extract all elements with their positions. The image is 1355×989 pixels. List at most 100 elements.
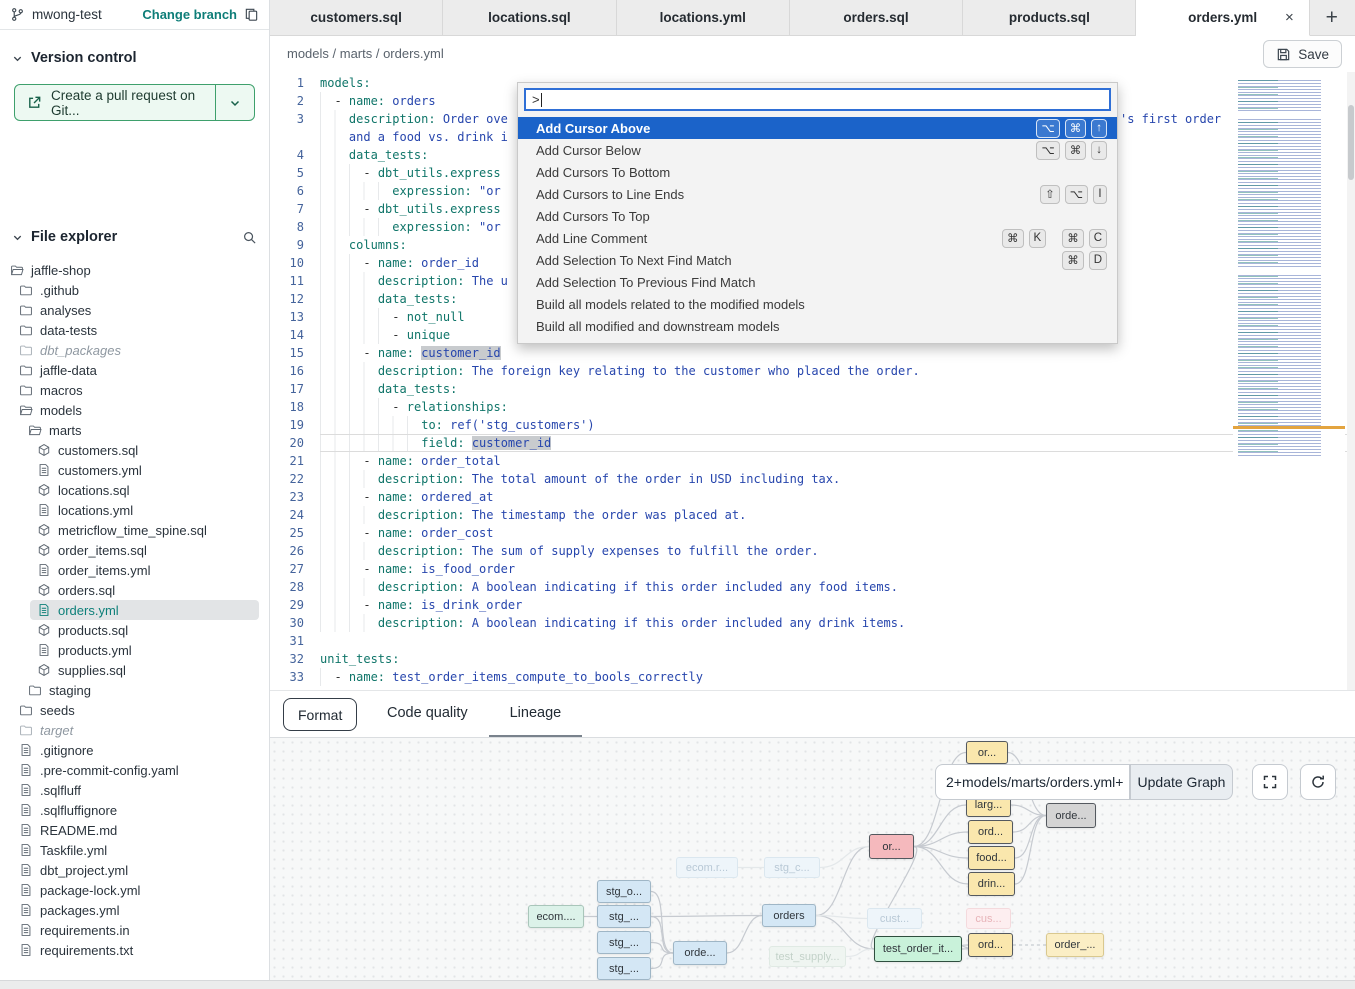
tree-item-locations-sql[interactable]: locations.sql [0,480,269,500]
lineage-node-y5[interactable]: drin... [968,872,1015,896]
editor-line-21[interactable]: 21- name: order_total [270,452,1355,470]
lineage-node-stg2[interactable]: stg_... [597,905,651,928]
editor-line-31[interactable]: 31 [270,632,1355,650]
tab-locations-sql[interactable]: locations.sql [443,0,616,35]
new-tab-button[interactable]: + [1310,0,1354,35]
editor-line-27[interactable]: 27- name: is_food_order [270,560,1355,578]
command-palette-input[interactable]: > [524,88,1111,111]
tree-item-staging[interactable]: staging [0,680,269,700]
command-item[interactable]: Add Line Comment⌘K⌘C [518,227,1117,249]
command-item[interactable]: Build all modified and downstream models [518,315,1117,337]
lineage-node-gray[interactable]: orde... [1046,803,1096,828]
scrollbar-thumb[interactable] [1348,105,1354,180]
format-button[interactable]: Format [283,698,357,731]
tree-item-package-lock-yml[interactable]: package-lock.yml [0,880,269,900]
lineage-node-green[interactable]: test_order_it... [874,936,962,962]
tree-item-supplies-sql[interactable]: supplies.sql [0,660,269,680]
command-item[interactable]: Add Cursor Below⌥⌘↓ [518,139,1117,161]
lineage-node-stg1[interactable]: stg_o... [597,880,651,903]
lineage-node-y7[interactable]: order_... [1046,933,1104,957]
version-control-header[interactable]: Version control [0,45,269,71]
command-item[interactable]: Add Cursors To Bottom [518,161,1117,183]
command-item[interactable]: Add Selection To Next Find Match⌘D [518,249,1117,271]
editor-line-28[interactable]: 28description: A boolean indicating if t… [270,578,1355,596]
lineage-node-stg4[interactable]: stg_... [597,957,651,980]
tree-item-metricflow-time-spine-sql[interactable]: metricflow_time_spine.sql [0,520,269,540]
command-item[interactable]: Build all models related to the modified… [518,293,1117,315]
change-branch-link[interactable]: Change branch [142,7,237,22]
lineage-node-ecom[interactable]: ecom.... [528,905,584,928]
tree-item-products-yml[interactable]: products.yml [0,640,269,660]
command-item[interactable]: Add Selection To Previous Find Match [518,271,1117,293]
update-graph-button[interactable]: Update Graph [1130,764,1233,800]
tree-item-models[interactable]: models [0,400,269,420]
lineage-node-cus_f[interactable]: cus... [966,908,1011,929]
tree-item-packages-yml[interactable]: packages.yml [0,900,269,920]
tree-item-seeds[interactable]: seeds [0,700,269,720]
tree-item--sqlfluffignore[interactable]: .sqlfluffignore [0,800,269,820]
bottom-scroll-strip[interactable] [0,980,1355,989]
tree-item-data-tests[interactable]: data-tests [0,320,269,340]
editor-line-23[interactable]: 23- name: ordered_at [270,488,1355,506]
tab-orders-sql[interactable]: orders.sql [790,0,963,35]
command-item[interactable]: Add Cursors to Line Ends⇧⌥I [518,183,1117,205]
tree-item-customers-yml[interactable]: customers.yml [0,460,269,480]
panel-tab-code-quality[interactable]: Code quality [366,691,489,738]
tab-locations-yml[interactable]: locations.yml [617,0,790,35]
minimap[interactable] [1233,80,1345,456]
editor-line-29[interactable]: 29- name: is_drink_order [270,596,1355,614]
tree-item-locations-yml[interactable]: locations.yml [0,500,269,520]
create-pr-button[interactable]: Create a pull request on Git... [14,84,255,121]
tab-customers-sql[interactable]: customers.sql [270,0,443,35]
editor-line-18[interactable]: 18- relationships: [270,398,1355,416]
editor-line-30[interactable]: 30description: A boolean indicating if t… [270,614,1355,632]
editor-line-25[interactable]: 25- name: order_cost [270,524,1355,542]
editor-line-19[interactable]: 19to: ref('stg_customers') [270,416,1355,434]
tree-item-taskfile-yml[interactable]: Taskfile.yml [0,840,269,860]
pr-dropdown-caret[interactable] [216,85,254,120]
editor-line-24[interactable]: 24description: The timestamp the order w… [270,506,1355,524]
tab-close-icon[interactable]: × [1285,9,1294,26]
tree-item-jaffle-data[interactable]: jaffle-data [0,360,269,380]
editor-line-26[interactable]: 26description: The sum of supply expense… [270,542,1355,560]
lineage-node-pink[interactable]: or... [869,834,914,859]
tree-item-readme-md[interactable]: README.md [0,820,269,840]
lineage-node-orders[interactable]: orders [762,904,816,927]
command-item[interactable]: Add Cursors To Top [518,205,1117,227]
tree-item-analyses[interactable]: analyses [0,300,269,320]
panel-tab-lineage[interactable]: Lineage [489,691,583,738]
lineage-node-cust_f[interactable]: cust... [867,908,922,929]
tree-item-marts[interactable]: marts [0,420,269,440]
lineage-node-y4[interactable]: food... [968,846,1015,870]
tab-products-sql[interactable]: products.sql [963,0,1136,35]
editor-line-17[interactable]: 17data_tests: [270,380,1355,398]
tree-item-customers-sql[interactable]: customers.sql [0,440,269,460]
tree-item-requirements-txt[interactable]: requirements.txt [0,940,269,960]
lineage-node-y6[interactable]: ord... [968,933,1013,957]
lineage-node-orde1[interactable]: orde... [673,941,727,965]
editor-line-22[interactable]: 22description: The total amount of the o… [270,470,1355,488]
editor-line-33[interactable]: 33- name: test_order_items_compute_to_bo… [270,668,1355,686]
lineage-selector-input[interactable]: 2+models/marts/orders.yml+ [935,764,1130,800]
tab-orders-yml[interactable]: orders.yml× [1136,0,1309,36]
file-explorer-header[interactable]: File explorer [0,224,269,250]
fullscreen-button[interactable] [1252,764,1288,800]
copy-icon[interactable] [244,7,259,22]
tree-item-orders-yml[interactable]: orders.yml [30,600,259,620]
tree-item--gitignore[interactable]: .gitignore [0,740,269,760]
tree-item--pre-commit-config-yaml[interactable]: .pre-commit-config.yaml [0,760,269,780]
tree-item-requirements-in[interactable]: requirements.in [0,920,269,940]
tree-item--sqlfluff[interactable]: .sqlfluff [0,780,269,800]
command-item[interactable]: Add Cursor Above⌥⌘↑ [518,117,1117,139]
editor-line-32[interactable]: 32unit_tests: [270,650,1355,668]
tree-item--github[interactable]: .github [0,280,269,300]
lineage-canvas[interactable]: ecom.r...stg_c...test_supply...cust...cu… [270,737,1355,980]
tree-item-jaffle-shop[interactable]: jaffle-shop [0,260,269,280]
tree-item-products-sql[interactable]: products.sql [0,620,269,640]
tree-item-orders-sql[interactable]: orders.sql [0,580,269,600]
editor-line-20[interactable]: 20field: customer_id [270,434,1355,452]
tree-item-order-items-sql[interactable]: order_items.sql [0,540,269,560]
lineage-node-y3[interactable]: ord... [968,820,1013,844]
lineage-node-stgc_f[interactable]: stg_c... [764,857,820,878]
editor-line-15[interactable]: 15- name: customer_id [270,344,1355,362]
